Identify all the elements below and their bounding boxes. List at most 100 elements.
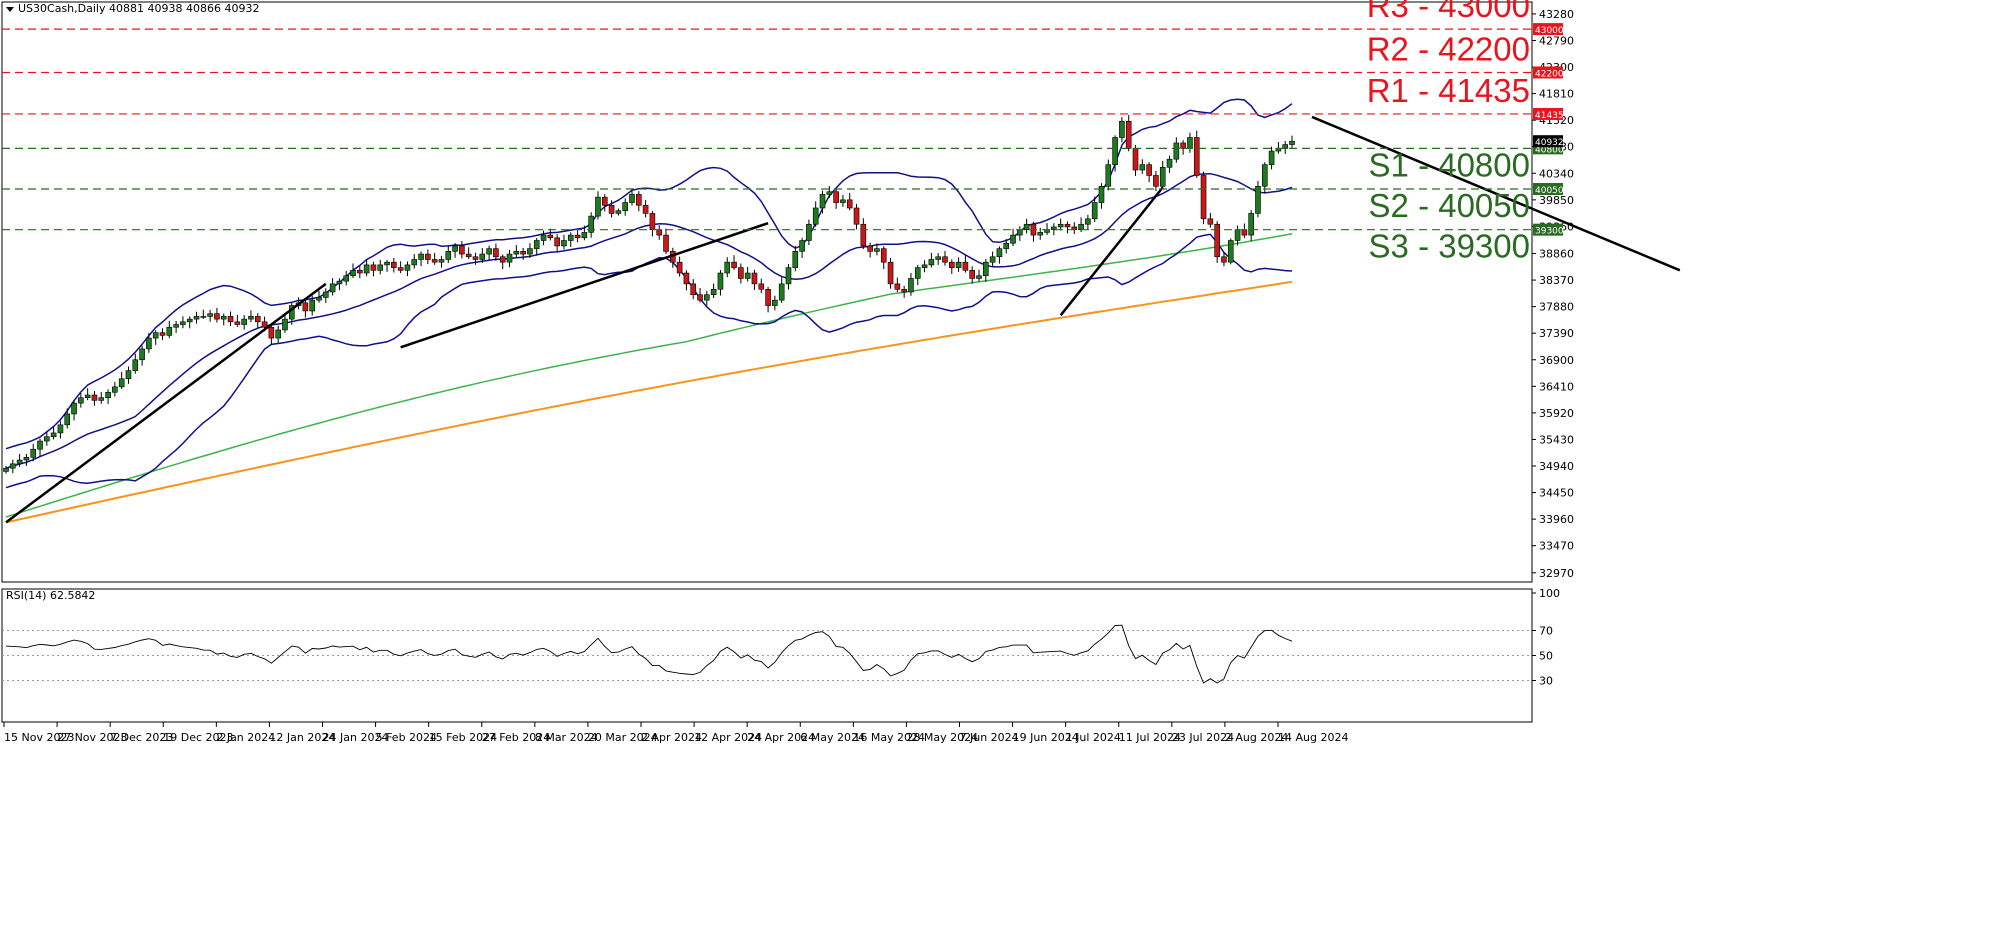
- candle-body: [23, 457, 30, 461]
- resistance-price-tag-text: 41435: [1535, 111, 1564, 121]
- candle-body: [261, 321, 268, 328]
- candle-body: [152, 332, 159, 339]
- support-level-label: S3 - 39300: [1369, 228, 1530, 265]
- candle-body: [704, 294, 710, 301]
- candle-body: [663, 234, 669, 252]
- candle-body: [527, 248, 533, 255]
- trendline: [1059, 186, 1164, 317]
- candle-body: [78, 397, 84, 404]
- candle-body: [1289, 140, 1295, 145]
- candle-body: [1132, 148, 1139, 171]
- y-tick-label: 38370: [1539, 274, 1574, 287]
- rsi-label: RSI(14) 62.5842: [6, 589, 95, 602]
- candle-body: [200, 316, 207, 318]
- candle-body: [16, 459, 23, 465]
- rsi-tick-label: 100: [1539, 587, 1560, 600]
- candle-body: [935, 256, 941, 260]
- candle-body: [914, 267, 921, 279]
- x-tick-label: 2 Apr 2024: [641, 731, 702, 744]
- candle-body: [513, 251, 520, 255]
- candle-body: [969, 270, 976, 279]
- candle-body: [418, 253, 424, 260]
- candle-body: [1261, 164, 1268, 187]
- candle-body: [894, 283, 901, 290]
- x-tick-label: 2 Jan 2024: [216, 731, 275, 744]
- candle-body: [629, 194, 635, 203]
- candle-body: [391, 261, 397, 268]
- candle-body: [853, 207, 860, 225]
- candle-body: [316, 297, 322, 301]
- candle-body: [105, 391, 111, 399]
- candle-body: [996, 248, 1003, 258]
- candle-body: [139, 348, 145, 361]
- candle-body: [928, 259, 935, 266]
- y-tick-label: 36900: [1539, 354, 1574, 367]
- candle-body: [942, 256, 948, 263]
- candle-body: [676, 261, 683, 274]
- candle-body: [343, 275, 350, 282]
- dropdown-triangle-icon[interactable]: [6, 7, 14, 12]
- y-tick-label: 35920: [1539, 407, 1574, 420]
- candle-body: [1153, 175, 1159, 187]
- candle-body: [751, 272, 758, 285]
- candle-body: [819, 194, 826, 209]
- candle-body: [1085, 218, 1091, 225]
- candle-body: [159, 332, 166, 336]
- candle-body: [350, 270, 356, 277]
- candle-body: [479, 253, 486, 260]
- support-price-tag-text: 40050: [1535, 186, 1564, 196]
- y-tick-label: 40340: [1539, 167, 1574, 180]
- candle-body: [880, 248, 887, 263]
- candle-body: [846, 199, 853, 209]
- candle-body: [146, 337, 152, 350]
- candle-body: [567, 234, 574, 241]
- candle-body: [84, 394, 91, 399]
- candle-body: [635, 194, 642, 206]
- candle-body: [989, 256, 996, 263]
- y-tick-label: 33470: [1539, 540, 1574, 553]
- candle-body: [207, 313, 213, 317]
- candle-body: [806, 223, 812, 241]
- candle-body: [282, 318, 288, 331]
- x-tick-label: 14 Aug 2024: [1278, 731, 1348, 744]
- bollinger-middle-band: [5, 172, 1293, 469]
- candle-body: [1268, 150, 1275, 165]
- candle-body: [901, 288, 907, 293]
- candle-body: [384, 261, 390, 266]
- candle-body: [731, 261, 737, 268]
- y-tick-label: 41810: [1539, 88, 1574, 101]
- candle-body: [411, 259, 418, 266]
- candle-body: [370, 264, 377, 271]
- candle-body: [792, 251, 799, 268]
- rsi-line: [5, 624, 1293, 684]
- support-price-tag-text: 39300: [1535, 227, 1564, 237]
- candle-body: [445, 251, 452, 260]
- candle-body: [744, 272, 751, 279]
- candle-body: [772, 299, 778, 306]
- y-tick-label: 38860: [1539, 248, 1574, 261]
- candle-body: [132, 359, 139, 371]
- y-tick-label: 37880: [1539, 301, 1574, 314]
- y-tick-label: 34450: [1539, 487, 1574, 500]
- candle-body: [710, 288, 717, 296]
- candle-body: [533, 240, 540, 249]
- trendline: [400, 221, 769, 349]
- candle-body: [1193, 137, 1200, 176]
- candle-body: [833, 191, 839, 203]
- candle-body: [499, 256, 506, 263]
- candle-body: [1119, 120, 1125, 138]
- candle-body: [1200, 175, 1207, 220]
- candle-body: [1248, 213, 1254, 236]
- rsi-tick-label: 70: [1539, 625, 1553, 638]
- candle-body: [955, 261, 962, 268]
- candle-body: [1037, 232, 1044, 236]
- candle-body: [812, 207, 819, 225]
- candle-body: [1105, 164, 1112, 187]
- candle-body: [540, 234, 547, 241]
- candle-body: [615, 210, 622, 214]
- symbol-ohlc-readout: US30Cash,Daily 40881 40938 40866 40932: [18, 2, 259, 15]
- y-tick-label: 32970: [1539, 567, 1574, 580]
- candle-body: [717, 272, 724, 290]
- candle-body: [44, 436, 50, 442]
- support-level-label: S1 - 40800: [1369, 146, 1530, 183]
